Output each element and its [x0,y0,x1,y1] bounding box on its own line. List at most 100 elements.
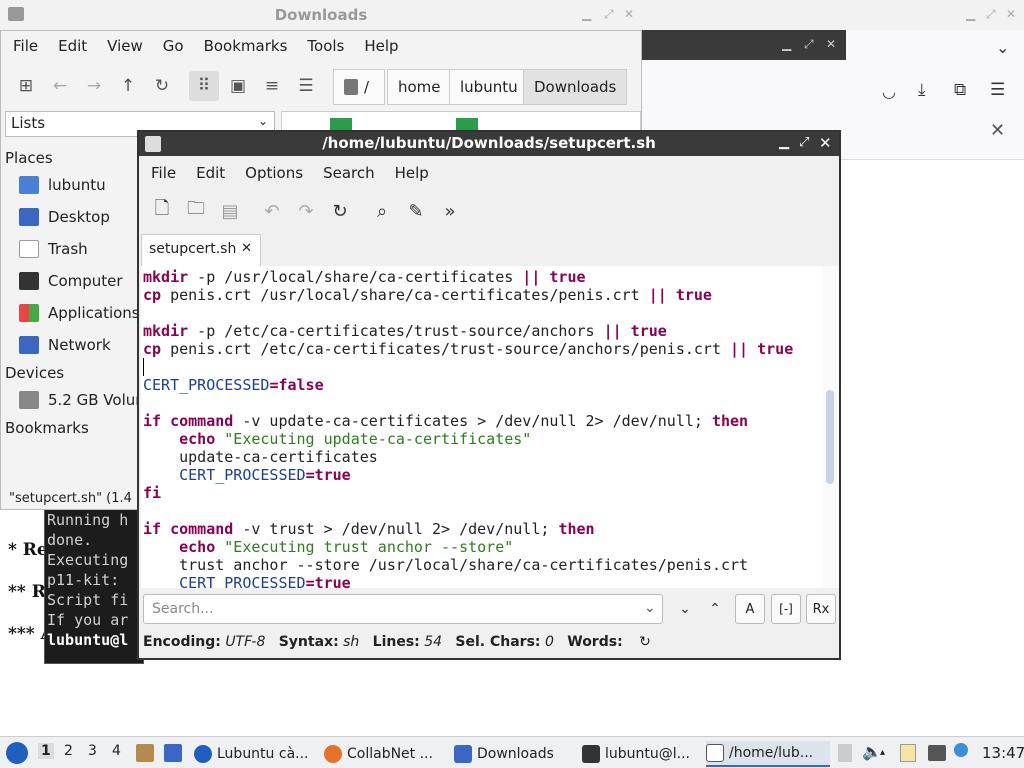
search-icon[interactable]: ⌕ [367,196,397,226]
lubuntu-icon [194,745,212,763]
detail-view-icon[interactable]: ☰ [291,71,321,101]
pocket-icon[interactable]: ◡ [882,82,896,101]
vertical-scrollbar[interactable] [823,266,839,588]
terminal-line: p11-kit: [47,571,120,589]
sidebar-item-lubuntu[interactable]: lubuntu [19,173,106,197]
scrollbar-thumb[interactable] [826,390,834,484]
show-desktop-icon[interactable] [164,744,182,762]
new-tab-icon[interactable]: ⊞ [11,71,41,101]
menu-search[interactable]: Search [313,164,385,182]
code-line: if command -v trust > /dev/null 2> /dev/… [143,520,595,538]
minimize-icon[interactable]: ▁ [966,7,975,21]
menu-view[interactable]: View [97,37,153,55]
sidebar-item-volume[interactable]: 5.2 GB Volum [19,388,150,412]
menu-options[interactable]: Options [235,164,313,182]
chevron-down-icon[interactable]: ⌄ [644,600,656,616]
start-menu-icon[interactable] [6,742,28,764]
maximize-icon[interactable]: ⤢ [604,7,614,22]
workspace-3[interactable]: 3 [88,743,97,759]
places-header: Places [5,149,53,167]
match-case-icon[interactable]: A [735,594,765,624]
path-root-button[interactable]: / [333,69,385,105]
update-notifier-icon[interactable] [954,743,968,757]
tab-close-icon[interactable]: ✕ [241,241,252,256]
maximize-icon[interactable]: ⤢ [986,7,996,22]
more-chevron-icon[interactable]: » [435,196,465,226]
download-icon[interactable]: ⤓ [918,80,926,100]
menu-edit[interactable]: Edit [186,164,235,182]
sidebar-item-desktop[interactable]: Desktop [19,205,110,229]
code-editor[interactable]: mkdir -p /usr/local/share/ca-certificate… [141,266,823,588]
close-icon[interactable]: ✕ [624,7,634,21]
compact-view-icon[interactable]: ≡ [257,71,287,101]
hamburger-menu-icon[interactable]: ☰ [990,80,1005,100]
sidebar-item-trash[interactable]: Trash [19,237,88,261]
network-tray-icon[interactable] [928,745,946,761]
task-lubuntu[interactable]: Lubuntu cà... [194,741,314,767]
sidebar-item-applications[interactable]: Applications [19,301,140,325]
menu-help[interactable]: Help [385,164,439,182]
undo-icon[interactable]: ↶ [257,196,287,226]
sidebar-item-network[interactable]: Network [19,333,111,357]
chevron-up-icon[interactable]: ▴ [880,747,885,758]
maximize-icon[interactable]: ⤢ [804,37,814,52]
menu-bar: File Edit View Go Bookmarks Tools Help [3,37,409,55]
terminal-line: Script fi [47,591,129,609]
task-terminal[interactable]: lubuntu@l... [582,741,700,767]
thumbnail-view-icon[interactable]: ▣ [223,71,253,101]
close-icon[interactable]: ✕ [826,37,836,51]
forward-arrow-icon[interactable]: → [79,71,109,101]
code-line: if command -v update-ca-certificates > /… [143,412,749,430]
search-field[interactable]: Search... ⌄ [143,594,663,624]
workspace-1[interactable]: 1 [38,743,54,759]
maximize-icon[interactable]: ⤢ [799,135,809,150]
menu-file[interactable]: File [141,164,186,182]
extensions-icon[interactable]: ⧉ [954,80,966,100]
save-icon[interactable]: ▤ [215,196,245,226]
refresh-words-icon[interactable]: ↻ [639,634,651,650]
whole-word-icon[interactable]: [-] [771,594,801,624]
close-icon[interactable]: ✕ [990,120,1005,141]
workspace-2[interactable]: 2 [64,743,73,759]
reload-icon[interactable]: ↻ [325,196,355,226]
menu-file[interactable]: File [3,37,48,55]
tab-setupcert[interactable]: setupcert.sh ✕ [141,234,261,266]
menu-edit[interactable]: Edit [48,37,97,55]
chevron-down-icon[interactable]: ⌄ [996,38,1009,57]
open-folder-icon[interactable]: 🗀 [181,196,211,226]
icon-view-icon[interactable]: ⠿ [189,71,219,101]
find-next-icon[interactable]: ⌄ [671,594,699,624]
reload-icon[interactable]: ↻ [147,71,177,101]
menu-go[interactable]: Go [153,37,194,55]
volume-icon[interactable]: 🔈 [862,742,882,761]
file-manager-launcher-icon[interactable] [136,744,154,762]
path-crumb-home[interactable]: home [387,69,452,105]
minimize-icon[interactable]: ▁ [779,135,789,150]
minimize-icon[interactable]: ▁ [782,37,791,51]
new-file-icon[interactable]: 🗋 [147,196,177,226]
minimize-icon[interactable]: ▁ [582,7,591,21]
regex-icon[interactable]: Rx [806,594,836,624]
task-editor[interactable]: /home/lub... [706,741,830,767]
search-input[interactable]: Search... [152,601,213,617]
back-arrow-icon[interactable]: ← [45,71,75,101]
sidebar-item-computer[interactable]: Computer [19,269,123,293]
close-icon[interactable]: ✕ [1006,7,1016,21]
path-crumb-downloads[interactable]: Downloads [523,69,628,105]
workspace-4[interactable]: 4 [112,743,121,759]
menu-tools[interactable]: Tools [297,37,354,55]
clock[interactable]: 13:47 [982,744,1024,762]
menu-help[interactable]: Help [354,37,408,55]
path-crumb-lubuntu[interactable]: lubuntu [449,69,529,105]
find-replace-icon[interactable]: ✎ [401,196,431,226]
clipboard-icon[interactable] [900,744,916,762]
redo-icon[interactable]: ↷ [291,196,321,226]
menu-bookmarks[interactable]: Bookmarks [194,37,298,55]
find-previous-icon[interactable]: ⌃ [701,594,729,624]
terminal-window[interactable]: Running h done. Executing p11-kit: Scrip… [44,500,144,664]
task-downloads[interactable]: Downloads [454,741,574,767]
up-arrow-icon[interactable]: ↑ [113,71,143,101]
task-firefox[interactable]: CollabNet ... [324,741,444,767]
code-line: CERT_PROCESSED=true [143,466,351,484]
close-icon[interactable]: ✕ [819,134,832,152]
